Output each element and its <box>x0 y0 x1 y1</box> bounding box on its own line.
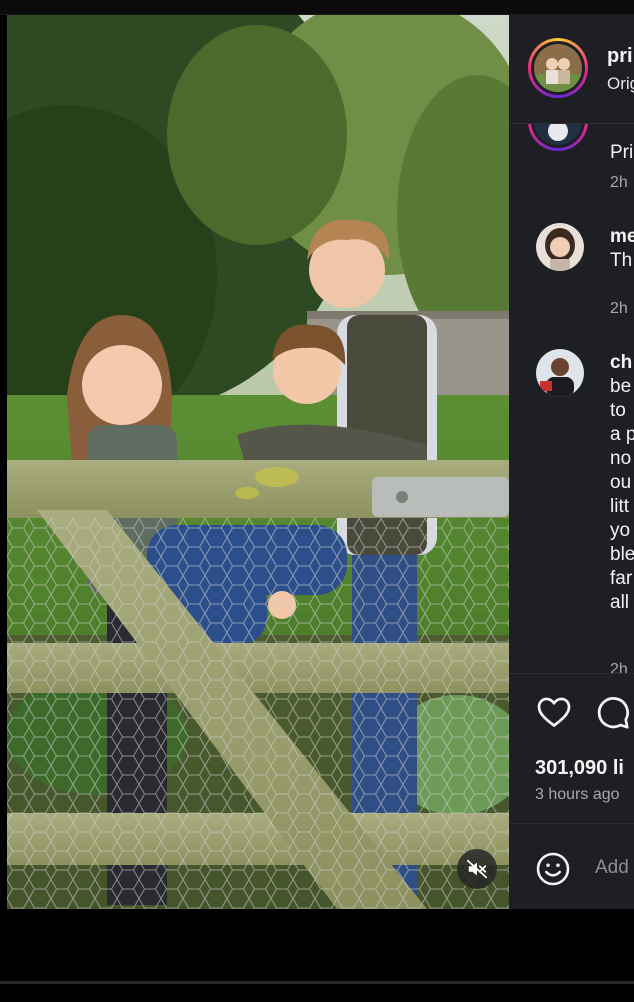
comment-text: ch be to a p no ou litt yo ble far all <box>610 351 634 615</box>
window-top-edge <box>0 0 634 15</box>
princess-avatar[interactable] <box>528 123 588 151</box>
comment-line: no <box>610 448 632 469</box>
post-header: pri Orig <box>509 15 634 124</box>
comment-username[interactable]: me <box>610 225 634 249</box>
comment-bubble-icon <box>597 697 629 729</box>
comment-line: a p <box>610 424 634 445</box>
mute-toggle-button[interactable] <box>457 849 497 889</box>
post-photo <box>7 15 509 909</box>
author-username[interactable]: pri <box>607 45 633 68</box>
comment-line: to <box>610 400 626 421</box>
comment-line: ble <box>610 544 634 565</box>
comments-list: Pri 2h me Th 2h ch be to a p no ou litt … <box>509 123 634 673</box>
post-timestamp[interactable]: 3 hours ago <box>535 786 620 804</box>
emoji-button[interactable] <box>535 851 571 892</box>
comment-username[interactable]: ch <box>610 351 634 375</box>
audio-subtitle[interactable]: Orig <box>607 74 634 94</box>
comment-time[interactable]: 2h <box>610 300 628 318</box>
comment-line: all <box>610 592 630 613</box>
woman-red-top-avatar[interactable] <box>536 349 584 397</box>
comment-text: me Th <box>610 225 634 273</box>
comment-line: yo <box>610 520 631 541</box>
comment-line: ou <box>610 472 632 493</box>
post-media[interactable] <box>7 15 509 909</box>
likes-count[interactable]: 301,090 li <box>535 757 624 780</box>
comment-time[interactable]: 2h <box>610 661 628 673</box>
comment-line: far <box>610 568 633 589</box>
comment-text: Pri <box>610 141 633 165</box>
comment-time[interactable]: 2h <box>610 174 628 192</box>
post-side-panel: pri Orig Pri <box>509 15 634 909</box>
emoji-smiley-icon <box>536 852 570 886</box>
comment-line: Pri <box>610 142 634 163</box>
speaker-muted-icon <box>466 859 488 879</box>
like-button[interactable] <box>536 695 572 734</box>
add-comment-input[interactable] <box>595 853 634 883</box>
comment-button[interactable] <box>595 695 631 736</box>
comment-line: litt <box>610 496 629 517</box>
woman-dark-hair-avatar[interactable] <box>536 223 584 271</box>
instagram-post-viewer: pri Orig Pri <box>0 0 634 1002</box>
comment-line: be <box>610 376 632 397</box>
author-avatar-photo <box>534 44 582 92</box>
comment-line: Th <box>610 250 633 271</box>
author-avatar[interactable] <box>528 38 588 98</box>
window-bottom-edge <box>0 981 634 984</box>
heart-icon <box>537 697 571 727</box>
